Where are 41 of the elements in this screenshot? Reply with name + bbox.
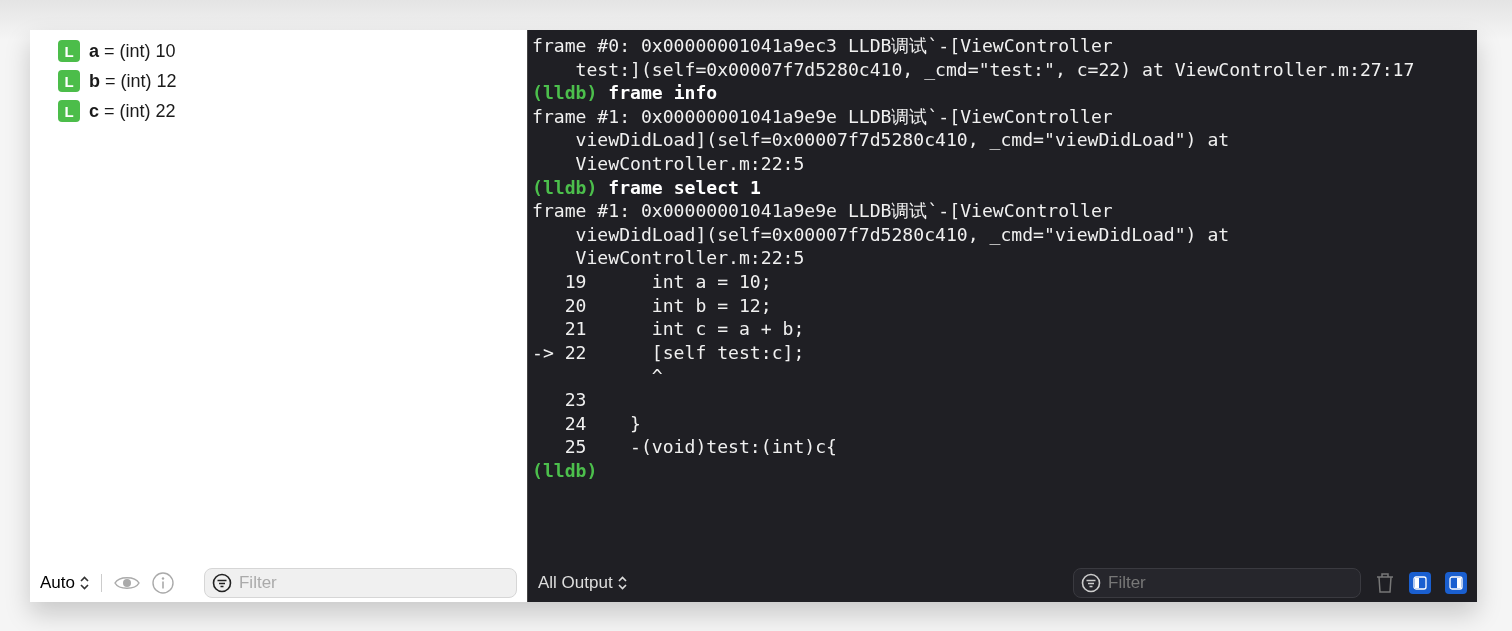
console-output: ViewController.m:22:5 xyxy=(574,247,805,269)
filter-icon xyxy=(212,573,232,593)
lldb-prompt: (lldb) xyxy=(532,82,598,104)
variable-entry[interactable]: b = (int) 12 xyxy=(89,70,177,92)
chevron-icon xyxy=(617,576,627,590)
console-output: 23 xyxy=(563,388,587,410)
console-output: 20 int b = 12; xyxy=(563,294,772,316)
console-output: frame #1: 0x00000001041a9e9e LLDB调试`-[ViewController xyxy=(532,200,1113,222)
console-command: frame select 1 xyxy=(608,176,761,198)
console-output: 25 -(void)test:(int)c{ xyxy=(563,436,837,458)
output-menu[interactable]: All Output xyxy=(538,573,627,593)
local-variable-icon: L xyxy=(58,40,80,62)
lldb-prompt: (lldb) xyxy=(532,176,598,198)
eye-icon[interactable] xyxy=(114,575,140,591)
console-output: test:](self=0x00007f7d5280c410, _cmd="test:", c=22) at ViewController.m:27:17 xyxy=(574,58,1415,80)
console-output: -> 22 [self test:c]; xyxy=(532,341,805,363)
chevron-icon xyxy=(80,576,89,590)
info-icon[interactable] xyxy=(152,572,174,594)
console-output: frame #0: 0x00000001041a9ec3 LLDB调试`-[ViewController xyxy=(532,35,1113,56)
console-output: viewDidLoad](self=0x00007f7d5280c410, _cmd="viewDidLoad") at xyxy=(574,129,1230,151)
console-output: 24 } xyxy=(563,412,641,434)
lldb-prompt: (lldb) xyxy=(532,459,598,481)
console-command: frame info xyxy=(608,82,718,104)
console-output: frame #1: 0x00000001041a9e9e LLDB调试`-[ViewController xyxy=(532,105,1113,127)
console-output: ViewController.m:22:5 xyxy=(574,152,805,174)
variable-entry[interactable]: a = (int) 10 xyxy=(89,40,176,62)
console-output: 21 int c = a + b; xyxy=(563,318,805,340)
variable-entry[interactable]: c = (int) 22 xyxy=(89,100,176,122)
console-output: viewDidLoad](self=0x00007f7d5280c410, _cmd="viewDidLoad") at xyxy=(574,223,1230,245)
trash-icon[interactable] xyxy=(1375,572,1395,594)
right-pane-button[interactable] xyxy=(1445,572,1467,594)
left-pane-button[interactable] xyxy=(1409,572,1431,594)
local-variable-icon: L xyxy=(58,70,80,92)
local-variable-icon: L xyxy=(58,100,80,122)
console-output: ^ xyxy=(650,365,663,387)
filter-field[interactable]: Filter xyxy=(1073,568,1361,598)
console-output: 19 int a = 10; xyxy=(563,270,772,292)
scope-menu[interactable]: Auto xyxy=(40,573,89,593)
filter-icon xyxy=(1081,573,1101,593)
pane-icon xyxy=(1449,576,1463,590)
pane-icon xyxy=(1413,576,1427,590)
